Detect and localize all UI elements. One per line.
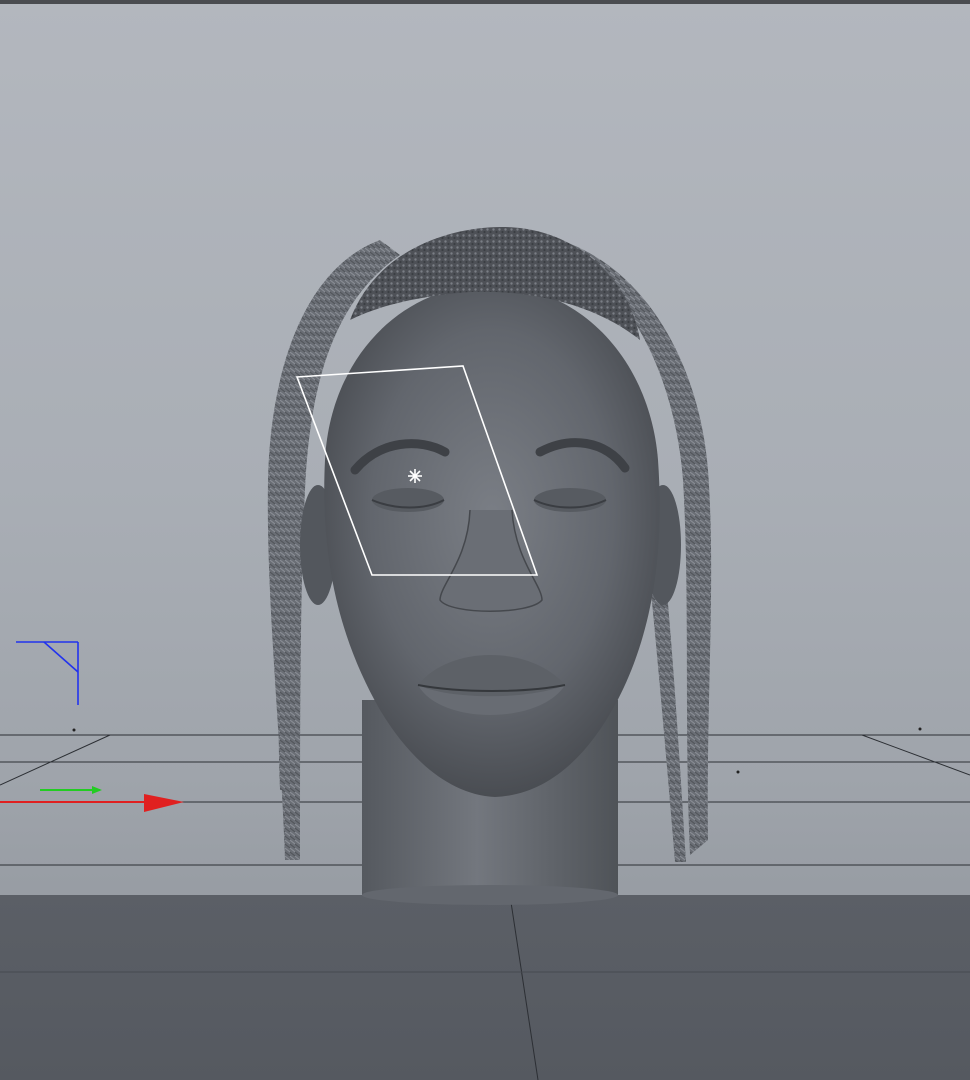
scene-canvas[interactable] [0,0,970,1080]
light-icon [408,469,422,483]
axis-gizmo-icon[interactable] [0,641,184,812]
head-sculpt[interactable] [300,226,681,797]
3d-viewport[interactable] [0,0,970,1080]
camera-icon [16,641,79,705]
